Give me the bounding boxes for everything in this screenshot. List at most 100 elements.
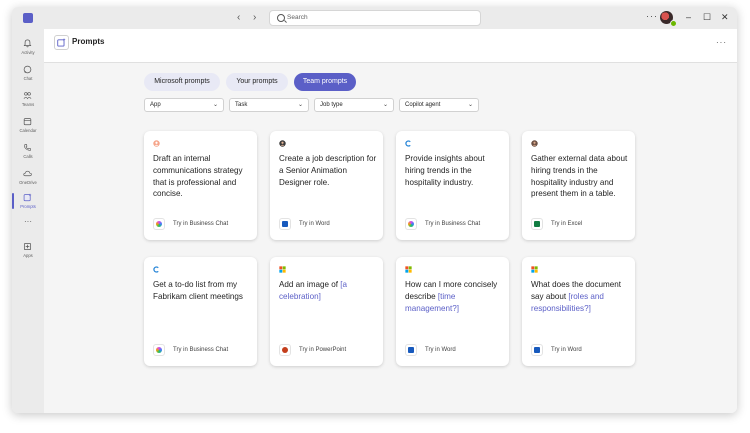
prompt-card[interactable]: Get a to-do list from my Fabrikam client… [144,257,257,366]
rail-item-apps[interactable]: Apps [12,240,44,264]
try-in-button[interactable]: Try in Word [551,347,582,353]
rail-item-teams[interactable]: Teams [12,89,44,113]
copilot-icon [405,218,417,230]
rail-label: Prompts [20,204,36,209]
search-placeholder: Search [287,14,308,21]
microsoft-logo-icon [531,266,538,273]
presence-status-badge [670,20,677,27]
chevron-down-icon: ⌄ [382,102,388,108]
rail-label: Chat [23,76,33,81]
rail-item-onedrive[interactable]: OneDrive [12,167,44,191]
chevron-down-icon: ⌄ [467,102,473,108]
prompts-icon [23,193,32,202]
try-in-button[interactable]: Try in Business Chat [425,221,480,227]
app-rail: Activity Chat Teams Calendar Calls OneDr… [12,29,44,413]
prompt-card[interactable]: Draft an internal communications strateg… [144,131,257,240]
prompt-text: Create a job description for a Senior An… [279,154,377,187]
rail-item-calls[interactable]: Calls [12,141,44,165]
tab-team-prompts[interactable]: Team prompts [294,73,356,91]
prompt-text: Gather external data about hiring trends… [531,154,628,199]
try-in-button[interactable]: Try in Excel [551,221,582,227]
rail-label: Activity [21,50,35,55]
minimize-button[interactable]: – [686,11,691,23]
rail-item-calendar[interactable]: Calendar [12,115,44,139]
teams-window: ‹ › Search ··· – ☐ ✕ Activity Chat Teams… [12,7,737,413]
prompt-text: Add an image of [a celebration] [279,279,377,303]
person-avatar-icon [279,140,286,147]
copilot-logo-icon [153,266,159,273]
cloud-icon [23,170,32,177]
filter-label: Job type [320,101,343,108]
rail-label: Calls [23,154,33,159]
header-more-icon[interactable]: ··· [716,38,727,47]
close-button[interactable]: ✕ [721,11,729,23]
rail-label: Teams [21,102,35,107]
search-icon [277,14,285,22]
page-title: Prompts [72,37,105,46]
person-avatar-icon [153,140,160,147]
prompt-card[interactable]: Add an image of [a celebration] Try in P… [270,257,383,366]
prompt-text: What does the document say about [roles … [531,279,629,314]
filter-label: App [150,101,161,108]
copilot-logo-icon [405,140,411,147]
filter-app-dropdown[interactable]: App ⌄ [144,98,224,112]
title-bar: ‹ › Search ··· – ☐ ✕ [12,7,737,29]
prompt-card[interactable]: What does the document say about [roles … [522,257,635,366]
rail-label: Calendar [19,128,37,133]
prompt-text: How can I more concisely describe [time … [405,279,503,314]
teams-logo-icon [23,13,33,23]
main-content: Prompts ··· Microsoft prompts Your promp… [44,29,737,413]
try-in-button[interactable]: Try in PowerPoint [299,347,346,353]
word-icon [279,218,291,230]
prompt-card[interactable]: Create a job description for a Senior An… [270,131,383,240]
person-avatar-icon [531,140,538,147]
chevron-down-icon: ⌄ [212,102,218,108]
rail-label: Apps [23,253,33,258]
rail-item-activity[interactable]: Activity [12,37,44,61]
excel-icon [531,218,543,230]
prompt-text-before: Add an image of [279,280,341,289]
powerpoint-icon [279,344,291,356]
filter-label: Task [235,101,248,108]
rail-label: OneDrive [19,180,37,185]
page-header: Prompts ··· [44,29,737,63]
more-icon: ··· [24,217,32,226]
filter-label: Copilot agent [405,101,441,108]
try-in-button[interactable]: Try in Word [425,347,456,353]
rail-item-prompts[interactable]: Prompts [12,191,44,215]
try-in-button[interactable]: Try in Business Chat [173,221,228,227]
try-in-button[interactable]: Try in Word [299,221,330,227]
microsoft-logo-icon [279,266,286,273]
filter-copilot-agent-dropdown[interactable]: Copilot agent ⌄ [399,98,479,112]
word-icon [405,344,417,356]
back-arrow-icon[interactable]: ‹ [237,12,240,24]
rail-more-button[interactable]: ··· [12,217,44,231]
copilot-icon [153,218,165,230]
filter-job-type-dropdown[interactable]: Job type ⌄ [314,98,394,112]
prompt-text: Get a to-do list from my Fabrikam client… [153,280,243,301]
bell-icon [23,39,32,48]
tab-your-prompts[interactable]: Your prompts [226,73,288,91]
rail-item-chat[interactable]: Chat [12,63,44,87]
microsoft-logo-icon [405,266,412,273]
prompt-text: Draft an internal communications strateg… [153,154,243,199]
tab-microsoft-prompts[interactable]: Microsoft prompts [144,73,220,91]
try-in-button[interactable]: Try in Business Chat [173,347,228,353]
maximize-button[interactable]: ☐ [703,11,711,23]
chevron-down-icon: ⌄ [297,102,303,108]
prompt-card[interactable]: Provide insights about hiring trends in … [396,131,509,240]
copilot-icon [153,344,165,356]
more-options-icon[interactable]: ··· [646,11,658,21]
phone-icon [24,144,31,151]
prompts-app-icon [54,35,69,50]
teams-icon [23,92,32,100]
prompt-card[interactable]: Gather external data about hiring trends… [522,131,635,240]
calendar-icon [23,118,32,126]
forward-arrow-icon[interactable]: › [253,12,256,24]
word-icon [531,344,543,356]
chat-icon [23,65,32,74]
prompt-card[interactable]: How can I more concisely describe [time … [396,257,509,366]
search-input[interactable]: Search [269,10,481,26]
apps-icon [23,242,32,251]
filter-task-dropdown[interactable]: Task ⌄ [229,98,309,112]
